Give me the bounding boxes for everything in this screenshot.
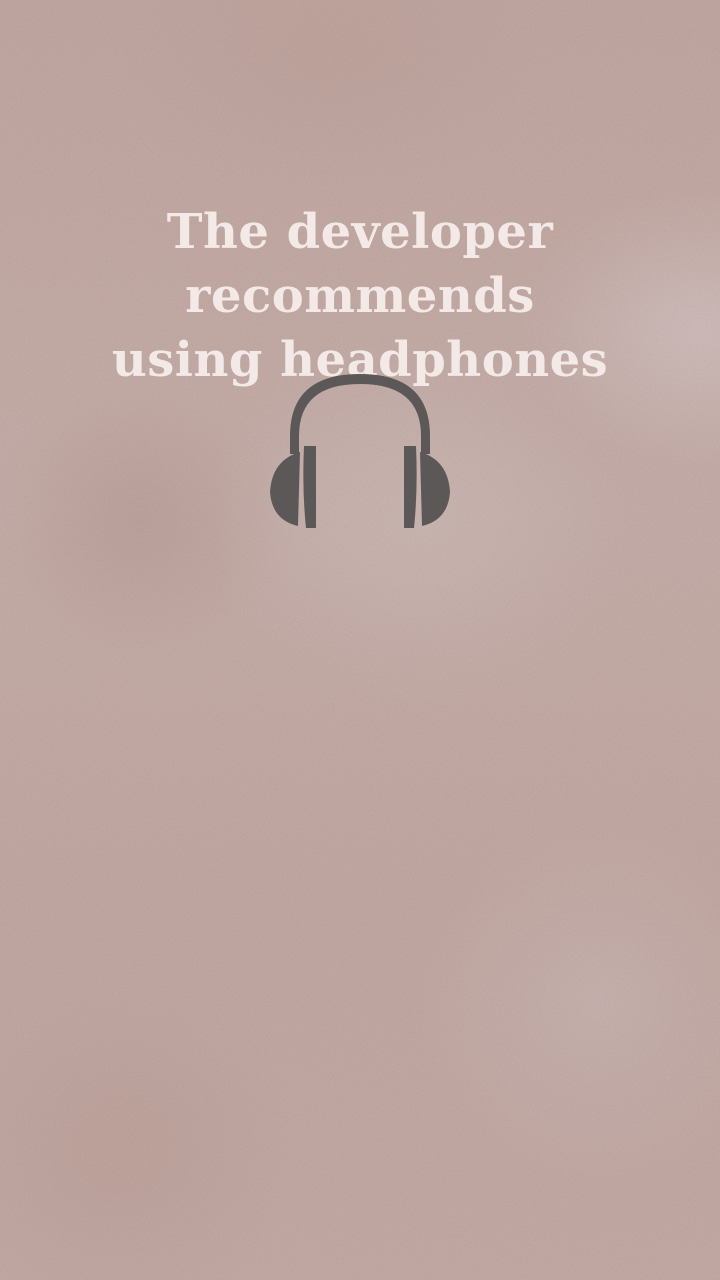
headphones-notice-screen: The developer recommends using headphone… (0, 0, 720, 1280)
headphones-recommendation-text: The developer recommends using headphone… (0, 200, 720, 392)
headphones-icon (270, 374, 450, 528)
paper-texture (0, 0, 720, 1280)
notice-line-1: The developer recommends (166, 204, 554, 324)
